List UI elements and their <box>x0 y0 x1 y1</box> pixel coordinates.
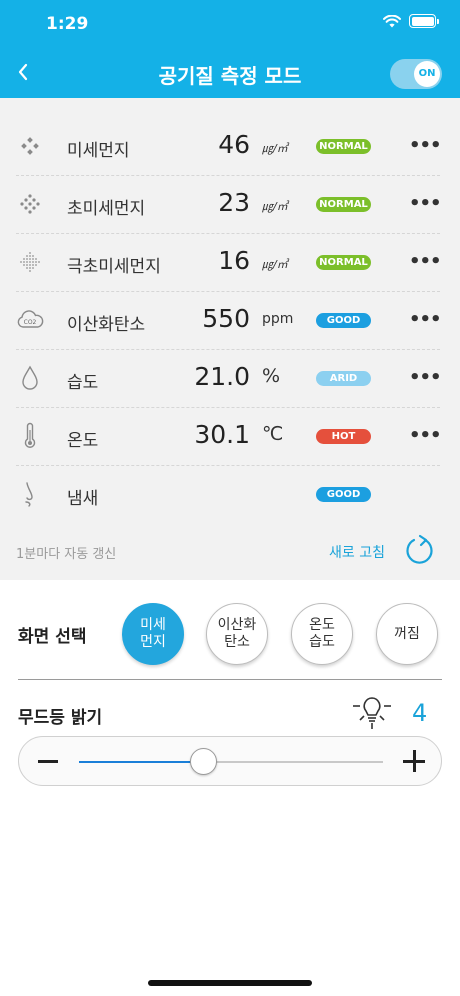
screen-option-temp-humidity[interactable]: 온도 습도 <box>291 603 353 665</box>
reading-value: 23 <box>218 188 250 217</box>
more-dots-icon[interactable]: ••• <box>409 308 442 332</box>
plus-icon[interactable] <box>403 750 425 772</box>
power-toggle[interactable]: ON <box>390 59 442 89</box>
status-time: 1:29 <box>46 14 89 34</box>
screen-option-fine-dust[interactable]: 미세 먼지 <box>122 603 184 665</box>
mood-light-label: 무드등 밝기 <box>18 708 103 728</box>
status-badge: NORMAL <box>316 255 371 270</box>
status-icons <box>383 14 439 28</box>
screen-option-off[interactable]: 꺼짐 <box>376 603 438 665</box>
reading-label: 습도 <box>67 373 99 393</box>
home-indicator <box>148 980 312 986</box>
reading-value: 46 <box>218 130 250 159</box>
section-divider <box>18 679 442 680</box>
nose-icon <box>16 480 44 508</box>
more-dots-icon[interactable]: ••• <box>409 424 442 448</box>
reading-label: 냄새 <box>67 489 99 509</box>
status-badge: NORMAL <box>316 197 371 212</box>
slider-thumb[interactable] <box>190 748 218 775</box>
status-badge: NORMAL <box>316 139 371 154</box>
screen-option-co2[interactable]: 이산화 탄소 <box>206 603 268 665</box>
screen-select-label: 화면 선택 <box>18 627 87 647</box>
brightness-slider <box>18 736 442 786</box>
status-badge: GOOD <box>316 487 371 502</box>
refresh-button[interactable]: 새로 고침 <box>329 542 385 562</box>
reading-row-temperature: 온도 30.1 ℃ HOT ••• <box>16 408 442 466</box>
brightness-value: 4 <box>412 699 428 727</box>
thermometer-icon <box>16 422 44 450</box>
reading-unit: ㎍/㎥ <box>262 142 288 155</box>
reading-unit: ㎍/㎥ <box>262 200 288 213</box>
wifi-icon <box>383 14 401 28</box>
reading-row-superfine-dust: 극초미세먼지 16 ㎍/㎥ NORMAL ••• <box>16 234 442 292</box>
ultrafine-dust-icon <box>16 190 44 218</box>
reading-row-fine-dust: 미세먼지 46 ㎍/㎥ NORMAL ••• <box>16 118 442 176</box>
status-badge: ARID <box>316 371 371 386</box>
reading-label: 이산화탄소 <box>67 315 146 335</box>
reading-label: 초미세먼지 <box>67 199 146 219</box>
co2-cloud-icon: CO2 <box>16 306 44 334</box>
reading-unit: % <box>262 365 281 387</box>
svg-text:CO2: CO2 <box>24 319 37 326</box>
water-drop-icon <box>16 364 44 392</box>
reading-value: 16 <box>218 246 250 275</box>
more-dots-icon[interactable]: ••• <box>409 366 442 390</box>
refresh-icon[interactable] <box>403 533 437 567</box>
fine-dust-icon <box>16 132 44 160</box>
superfine-dust-icon <box>16 248 44 276</box>
reading-label: 미세먼지 <box>67 141 130 161</box>
slider-track[interactable] <box>79 748 383 775</box>
reading-label: 온도 <box>67 431 99 451</box>
more-dots-icon[interactable]: ••• <box>409 192 442 216</box>
reading-value: 550 <box>202 304 250 333</box>
status-badge: HOT <box>316 429 371 444</box>
toggle-knob: ON <box>414 61 440 87</box>
reading-label: 극초미세먼지 <box>67 257 161 277</box>
reading-row-co2: CO2 이산화탄소 550 ppm GOOD ••• <box>16 292 442 350</box>
reading-unit: ㎍/㎥ <box>262 258 288 271</box>
readings-panel: 미세먼지 46 ㎍/㎥ NORMAL ••• 초미세먼지 23 ㎍/㎥ NORM… <box>0 98 460 580</box>
more-dots-icon[interactable]: ••• <box>409 250 442 274</box>
status-badge: GOOD <box>316 313 371 328</box>
auto-refresh-note: 1분마다 자동 갱신 <box>16 547 117 562</box>
reading-unit: ℃ <box>262 423 284 445</box>
reading-row-odor: 냄새 GOOD <box>16 466 440 524</box>
reading-value: 30.1 <box>194 420 250 449</box>
minus-icon[interactable] <box>38 760 58 763</box>
slider-fill <box>79 761 204 763</box>
battery-icon <box>409 14 439 28</box>
app-header: 1:29 공기질 측정 모드 ON <box>0 0 460 98</box>
reading-value: 21.0 <box>194 362 250 391</box>
reading-unit: ppm <box>262 311 294 327</box>
reading-row-ultrafine-dust: 초미세먼지 23 ㎍/㎥ NORMAL ••• <box>16 176 442 234</box>
light-bulb-icon <box>351 693 393 731</box>
more-dots-icon[interactable]: ••• <box>409 134 442 158</box>
reading-row-humidity: 습도 21.0 % ARID ••• <box>16 350 442 408</box>
